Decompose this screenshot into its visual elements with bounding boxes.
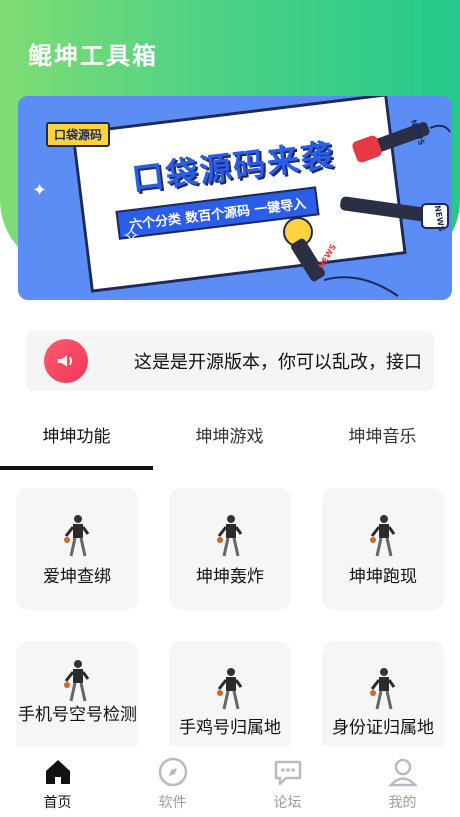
tool-card-label: 手鸡号归属地 — [179, 718, 281, 738]
dancer-icon — [64, 515, 90, 557]
home-icon — [45, 760, 70, 784]
tool-card-label: 手机号空号检测 — [18, 705, 137, 725]
microphone-icon — [283, 217, 399, 297]
nav-mine[interactable]: 我的 — [345, 756, 460, 812]
dancer-icon — [217, 515, 243, 557]
active-tab-indicator — [0, 466, 153, 470]
sparkle-icon: ✧ — [122, 224, 141, 249]
nav-label: 我的 — [388, 795, 417, 811]
tab-kunkun-functions[interactable]: 坤坤功能 — [0, 420, 153, 454]
user-icon — [387, 758, 418, 787]
tab-kunkun-games[interactable]: 坤坤游戏 — [153, 420, 306, 454]
megaphone-icon — [44, 339, 88, 383]
microphone-icon — [352, 121, 451, 163]
tool-card[interactable]: 坤坤轰炸 — [169, 488, 291, 610]
dancer-icon — [217, 668, 243, 710]
nav-label: 论坛 — [273, 795, 302, 811]
tool-card-label: 坤坤跑现 — [349, 567, 417, 587]
tool-card[interactable]: 爱坤查绑 — [16, 488, 138, 610]
nav-label: 首页 — [43, 795, 72, 811]
tool-card[interactable]: 身份证归属地 — [322, 641, 444, 746]
app-title: 鲲坤工具箱 — [28, 42, 158, 70]
nav-software[interactable]: 软件 — [115, 756, 230, 812]
notice-text: 这是是开源版本，你可以乱改，接口 — [134, 352, 422, 373]
tool-card-label: 爱坤查绑 — [43, 567, 111, 587]
notice-bar[interactable]: 这是是开源版本，你可以乱改，接口 — [26, 331, 434, 391]
tool-card-label: 身份证归属地 — [332, 718, 434, 738]
bottom-nav: 首页 软件 论坛 我的 — [0, 746, 460, 817]
dancer-icon — [64, 660, 90, 702]
tool-card[interactable]: 手机号空号检测 — [16, 641, 138, 746]
banner-badge: 口袋源码 — [46, 122, 111, 147]
tab-kunkun-music[interactable]: 坤坤音乐 — [306, 420, 459, 454]
tool-card-label: 坤坤轰炸 — [196, 567, 264, 587]
nav-forum[interactable]: 论坛 — [230, 756, 345, 812]
nav-label: 软件 — [158, 795, 187, 811]
app-screen: 鲲坤工具箱 口袋源码 口袋源码来袭 六个分类 数百个源码 一键导入 ✦ ✧ NE… — [0, 0, 460, 817]
dancer-icon — [370, 668, 396, 710]
chat-icon — [274, 760, 301, 786]
nav-home[interactable]: 首页 — [0, 756, 115, 812]
category-tabs: 坤坤功能 坤坤游戏 坤坤音乐 — [0, 420, 460, 472]
promo-banner[interactable]: 口袋源码 口袋源码来袭 六个分类 数百个源码 一键导入 ✦ ✧ NEWS NEW… — [18, 96, 452, 300]
dancer-icon — [370, 515, 396, 557]
tool-card[interactable]: 手鸡号归属地 — [169, 641, 291, 746]
compass-icon — [158, 757, 187, 787]
tool-card[interactable]: 坤坤跑现 — [322, 488, 444, 610]
sparkle-icon: ✦ — [32, 180, 48, 201]
